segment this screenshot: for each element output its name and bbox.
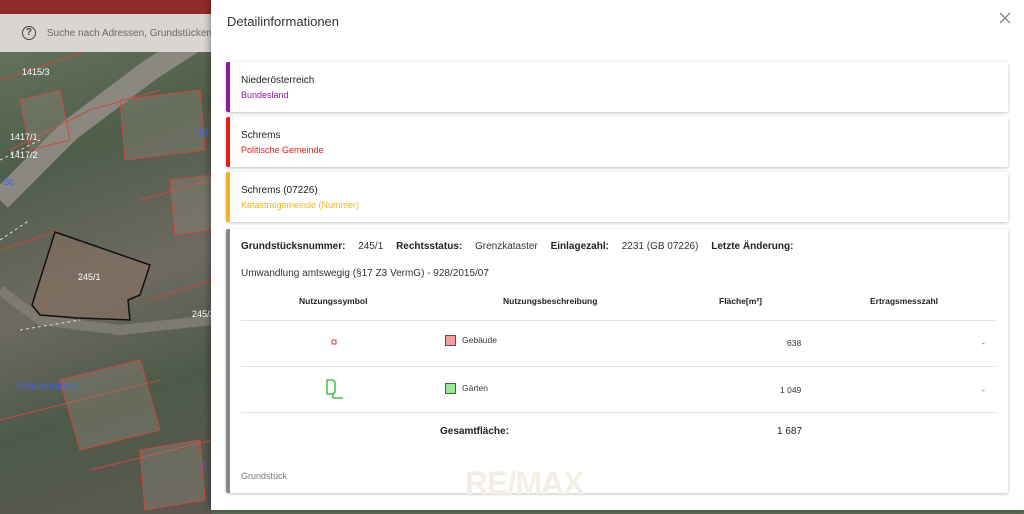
gesamtflaeche-value: 1 687: [777, 426, 803, 437]
map-place-label: Sc: [3, 177, 15, 188]
map-place-label: S: [200, 462, 207, 473]
building-symbol-icon: [331, 339, 337, 345]
column-header: Nutzungsbeschreibung: [503, 296, 598, 306]
card-footer-label: Grundstück: [241, 471, 288, 481]
card-katastralgemeinde[interactable]: Schrems (07226) Katastralgemeinde (Numme…: [226, 172, 1008, 222]
map-place-label: Ki: [199, 128, 208, 139]
parcel-label: 1417/2: [10, 150, 38, 160]
grundstueck-card: RE/MAX Grundstücksnummer: 245/1 Rechtsst…: [226, 229, 1008, 501]
color-swatch: [445, 383, 456, 395]
grundstuecksnummer-label: Grundstücksnummer:: [241, 241, 346, 252]
column-header: Ertragsmesszahl: [870, 296, 939, 306]
map-place-label: Schulzentrum: [16, 381, 78, 392]
card-main-text: Schrems: [241, 130, 281, 141]
parcel-label: 1417/1: [10, 132, 38, 142]
detail-dialog: Detailinformationen Niederösterreich Bun…: [211, 0, 1024, 510]
map-search-bar[interactable]: ? Suche nach Adressen, Grundstücken: [0, 14, 212, 52]
map-canvas: [0, 19, 212, 511]
parcel-label: 1415/3: [22, 67, 50, 77]
search-input[interactable]: Suche nach Adressen, Grundstücken: [47, 28, 212, 39]
rechtsstatus-label: Rechtsstatus:: [396, 241, 463, 252]
card-bundesland[interactable]: Niederösterreich Bundesland: [226, 62, 1008, 112]
einlagezahl-label: Einlagezahl:: [550, 241, 609, 252]
close-icon: [999, 12, 1011, 24]
garden-symbol-icon: [326, 379, 343, 399]
row-divider: [241, 412, 996, 413]
row-divider: [241, 366, 996, 367]
parcel-info-line: Grundstücksnummer: 245/1 Rechtsstatus: G…: [241, 241, 793, 252]
map-header-bar: [0, 0, 212, 14]
card-sub-text: Bundesland: [241, 90, 289, 100]
parcel-label: 245/1: [78, 272, 101, 282]
card-politische-gemeinde[interactable]: Schrems Politische Gemeinde: [226, 117, 1008, 167]
card-main-text: Schrems (07226): [241, 185, 318, 196]
close-button[interactable]: [996, 9, 1014, 27]
rechtsstatus-value: Grenzkataster: [474, 241, 538, 252]
card-main-text: Niederösterreich: [241, 75, 315, 86]
nutzung-beschreibung: Gärten: [445, 383, 488, 395]
flaeche-value: 638: [787, 338, 802, 348]
card-sub-text: Katastralgemeinde (Nummer): [241, 200, 360, 210]
letzte-aenderung-label: Letzte Änderung:: [711, 241, 794, 252]
gesamtflaeche-label: Gesamtfläche:: [440, 426, 509, 437]
change-note: Umwandlung amtswegig (§17 Z3 VermG) - 92…: [241, 268, 489, 279]
flaeche-value: 1 049: [780, 385, 802, 395]
dialog-title: Detailinformationen: [227, 14, 340, 29]
nutzung-beschreibung: Gebäude: [445, 335, 497, 347]
ertrag-value: -: [982, 338, 985, 348]
row-divider: [241, 320, 996, 321]
map-view[interactable]: ? Suche nach Adressen, Grundstücken 1415…: [0, 0, 212, 514]
color-swatch: [445, 335, 456, 347]
column-header: Nutzungssymbol: [299, 296, 368, 306]
remax-watermark: RE/MAX: [465, 465, 584, 501]
einlagezahl-value: 2231 (GB 07226): [621, 241, 699, 252]
card-sub-text: Politische Gemeinde: [241, 145, 324, 155]
parcel-label: 245/3: [192, 309, 212, 319]
help-icon[interactable]: ?: [22, 26, 36, 40]
ertrag-value: -: [982, 385, 985, 395]
column-header: Fläche[m²]: [719, 296, 762, 306]
grundstuecksnummer-value: 245/1: [358, 241, 384, 252]
